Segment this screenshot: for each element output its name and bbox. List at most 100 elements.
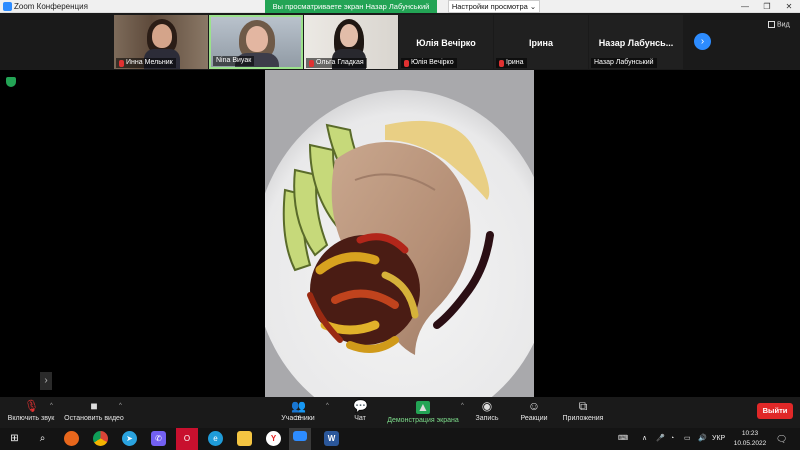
clock-date: 10.05.2022 xyxy=(733,440,767,447)
title-bar: Zoom Конференция Вы просматриваете экран… xyxy=(0,0,800,13)
participant-tile[interactable]: Инна Мельник xyxy=(114,15,208,69)
windows-start-icon[interactable]: ⊞ xyxy=(7,431,22,446)
participants-options-caret[interactable]: ^ xyxy=(326,403,329,409)
close-button[interactable]: ✕ xyxy=(778,0,800,13)
participant-tile[interactable]: Ірина Ірина xyxy=(494,15,588,69)
expand-panel-button[interactable]: › xyxy=(40,372,52,390)
video-camera-icon: ■ xyxy=(90,399,98,413)
participant-name: Назар Лабунський xyxy=(594,59,654,66)
chat-bubble-icon: 💬 xyxy=(353,399,368,413)
chevron-down-icon: ⌄ xyxy=(529,2,537,11)
participant-name: Юлія Вечірко xyxy=(411,59,454,66)
viber-icon[interactable]: ✆ xyxy=(151,431,166,446)
chrome-icon[interactable] xyxy=(93,431,108,446)
windows-taskbar: ⊞ ⌕ ➤ ✆ O e Y W ⌨ ∧ 🎤 ◔ ▭ 🔊 УКР 10:23 10… xyxy=(0,428,800,450)
chevron-right-icon: › xyxy=(700,36,705,47)
telegram-icon[interactable]: ➤ xyxy=(122,431,137,446)
gallery-next-button[interactable]: › xyxy=(694,33,711,50)
shared-food-photo xyxy=(265,70,534,397)
participant-name: Ірина xyxy=(506,59,524,66)
notifications-icon[interactable]: 🗨 xyxy=(776,428,787,450)
reactions-label: Реакции xyxy=(520,415,548,422)
video-options-caret[interactable]: ^ xyxy=(119,403,122,409)
participant-name-tag: Ірина xyxy=(496,58,527,68)
network-icon[interactable]: ◔ xyxy=(670,428,674,450)
participant-tile[interactable]: Юлія Вечірко Юлія Вечірко xyxy=(399,15,493,69)
participant-face xyxy=(246,26,268,52)
participant-tile[interactable]: Назар Лабунсь... Назар Лабунський xyxy=(589,15,683,69)
mic-muted-icon: 🎙 xyxy=(24,399,40,413)
participant-display-name: Ірина xyxy=(529,38,553,48)
participants-label: Участники xyxy=(281,415,315,422)
chevron-right-icon: › xyxy=(44,375,48,386)
record-button[interactable]: ◉ Запись xyxy=(472,397,502,428)
participant-name: Nina Виуак xyxy=(216,57,252,64)
search-icon[interactable]: ⌕ xyxy=(35,431,50,446)
view-mode-button[interactable]: Вид xyxy=(768,21,790,28)
participant-name: Инна Мельник xyxy=(126,59,173,66)
audio-options-caret[interactable]: ^ xyxy=(50,403,53,409)
view-settings-label: Настройки просмотра xyxy=(451,2,528,11)
file-explorer-icon[interactable] xyxy=(237,431,252,446)
volume-icon[interactable]: 🔊 xyxy=(698,428,707,450)
share-screen-icon: ▲ xyxy=(416,400,430,414)
maximize-button[interactable]: ❐ xyxy=(756,0,778,13)
participant-display-name: Юлія Вечірко xyxy=(416,38,476,48)
chat-button[interactable]: 💬 Чат xyxy=(345,397,375,428)
grid-view-icon xyxy=(768,21,775,28)
stop-video-button[interactable]: ■ Остановить видео xyxy=(62,397,126,428)
participant-name-tag: Юлія Вечірко xyxy=(401,58,457,68)
opera-icon[interactable]: O xyxy=(176,428,198,450)
taskbar-clock[interactable]: 10:23 10.05.2022 xyxy=(732,429,768,449)
battery-icon[interactable]: ▭ xyxy=(684,428,691,450)
microphone-icon[interactable]: 🎤 xyxy=(656,428,665,450)
mic-muted-icon xyxy=(309,59,314,67)
show-hidden-icons-icon[interactable]: ∧ xyxy=(642,428,647,450)
participant-tile[interactable]: Nina Виуак xyxy=(209,15,303,69)
chat-label: Чат xyxy=(354,415,366,422)
participant-name-tag: Nina Виуак xyxy=(213,56,255,66)
participant-face xyxy=(152,24,172,48)
mic-muted-icon xyxy=(404,59,409,67)
window-title: Zoom Конференция xyxy=(14,2,88,11)
mic-muted-icon xyxy=(499,59,504,67)
zoom-taskbar-icon[interactable] xyxy=(289,428,311,450)
zoom-window: Zoom Конференция Вы просматриваете экран… xyxy=(0,0,800,450)
participant-gallery: Инна Мельник Nina Виуак Ольга Гладкая Юл… xyxy=(0,13,800,70)
participants-icon: 👥16 xyxy=(291,399,306,423)
mic-muted-icon xyxy=(119,59,124,67)
participant-name-tag: Инна Мельник xyxy=(116,58,176,68)
touch-keyboard-icon[interactable]: ⌨ xyxy=(618,428,628,450)
apps-label: Приложения xyxy=(562,415,604,422)
yandex-browser-icon[interactable]: Y xyxy=(266,431,281,446)
leave-meeting-button[interactable]: Выйти xyxy=(757,403,793,419)
share-options-caret[interactable]: ^ xyxy=(461,403,464,409)
apps-icon: ⧉ xyxy=(578,399,588,413)
participant-display-name: Назар Лабунсь... xyxy=(598,38,674,48)
zoom-app-icon xyxy=(3,2,12,11)
participant-tile[interactable]: Ольга Гладкая xyxy=(304,15,398,69)
shield-icon[interactable] xyxy=(6,77,16,87)
smiley-icon: ☺ xyxy=(527,399,541,413)
firefox-icon[interactable] xyxy=(64,431,79,446)
unmute-label: Включить звук xyxy=(7,415,55,422)
edge-icon[interactable]: e xyxy=(208,431,223,446)
participant-name: Ольга Гладкая xyxy=(316,59,364,66)
food-plate-image xyxy=(265,70,534,397)
apps-button[interactable]: ⧉ Приложения xyxy=(560,397,606,428)
record-icon: ◉ xyxy=(481,399,493,413)
participant-name-tag: Ольга Гладкая xyxy=(306,58,367,68)
participants-button[interactable]: 👥16 Участники xyxy=(278,397,318,428)
reactions-button[interactable]: ☺ Реакции xyxy=(517,397,551,428)
stop-video-label: Остановить видео xyxy=(64,415,124,422)
minimize-button[interactable]: — xyxy=(734,0,756,13)
participant-face xyxy=(340,24,358,47)
view-settings-dropdown[interactable]: Настройки просмотра ⌄ xyxy=(448,0,540,13)
share-screen-button[interactable]: ▲ Демонстрация экрана xyxy=(384,397,462,428)
record-label: Запись xyxy=(475,415,499,422)
word-icon[interactable]: W xyxy=(324,431,339,446)
unmute-button[interactable]: 🎙 Включить звук xyxy=(4,397,58,428)
view-mode-label: Вид xyxy=(777,21,790,29)
meeting-toolbar: 🎙 Включить звук ^ ■ Остановить видео ^ 👥… xyxy=(0,397,800,428)
language-indicator[interactable]: УКР xyxy=(712,428,725,450)
